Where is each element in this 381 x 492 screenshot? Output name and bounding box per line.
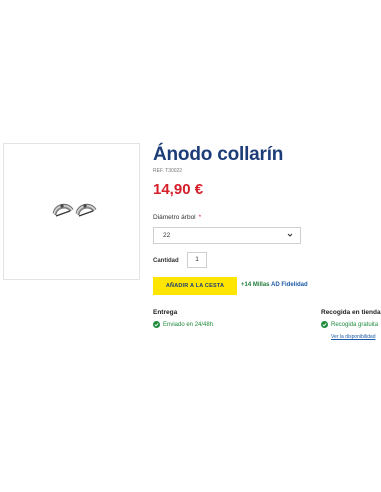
check-circle-icon	[153, 321, 160, 328]
shipping-status: Enviado en 24/48h	[153, 321, 213, 328]
chevron-down-icon	[287, 233, 293, 237]
pickup-status: Recogida gratuita	[321, 321, 378, 328]
quantity-input[interactable]: 1	[187, 252, 207, 268]
product-price: 14,90 €	[153, 181, 204, 198]
required-mark: *	[198, 214, 202, 221]
product-image[interactable]	[3, 143, 140, 280]
shipping-title: Entrega	[153, 309, 178, 316]
diameter-label-text: Diámetro árbol	[153, 214, 196, 221]
pickup-title: Recogida en tienda	[321, 309, 381, 316]
miles-program: AD Fidelidad	[270, 282, 308, 288]
anode-collar-illustration	[52, 203, 97, 217]
diameter-select[interactable]: 22	[153, 227, 301, 244]
pickup-status-text: Recogida gratuita	[331, 322, 379, 329]
availability-link[interactable]: Ver la disponibilidad	[331, 334, 375, 340]
check-circle-icon	[321, 321, 328, 328]
miles-points: +14 Millas	[241, 282, 270, 288]
loyalty-miles: +14 Millas AD Fidelidad	[241, 282, 308, 288]
product-title: Ánodo collarín	[153, 144, 284, 165]
product-ref: REF. T30022	[153, 168, 183, 174]
anode-half-left	[52, 203, 74, 217]
diameter-label: Diámetro árbol *	[153, 214, 201, 221]
add-to-cart-button[interactable]: AÑADIR A LA CESTA	[153, 277, 237, 295]
shipping-status-text: Enviado en 24/48h	[163, 322, 214, 329]
quantity-label: Cantidad	[153, 258, 179, 264]
anode-half-right	[75, 203, 97, 217]
diameter-select-value: 22	[163, 232, 171, 239]
